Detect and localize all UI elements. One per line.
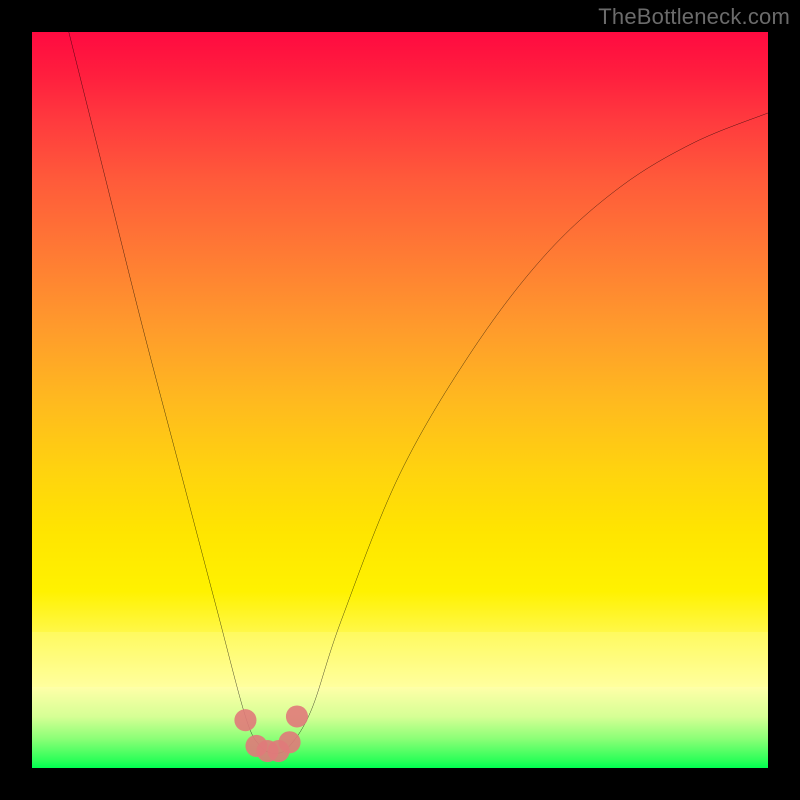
watermark-label: TheBottleneck.com <box>598 4 790 30</box>
curve-marker <box>286 705 308 727</box>
curve-marker <box>279 731 301 753</box>
plot-area <box>32 32 768 768</box>
curve-marker <box>234 709 256 731</box>
curve-path <box>69 32 768 753</box>
marker-group <box>234 705 308 762</box>
chart-frame: TheBottleneck.com <box>0 0 800 800</box>
bottleneck-curve <box>32 32 768 768</box>
